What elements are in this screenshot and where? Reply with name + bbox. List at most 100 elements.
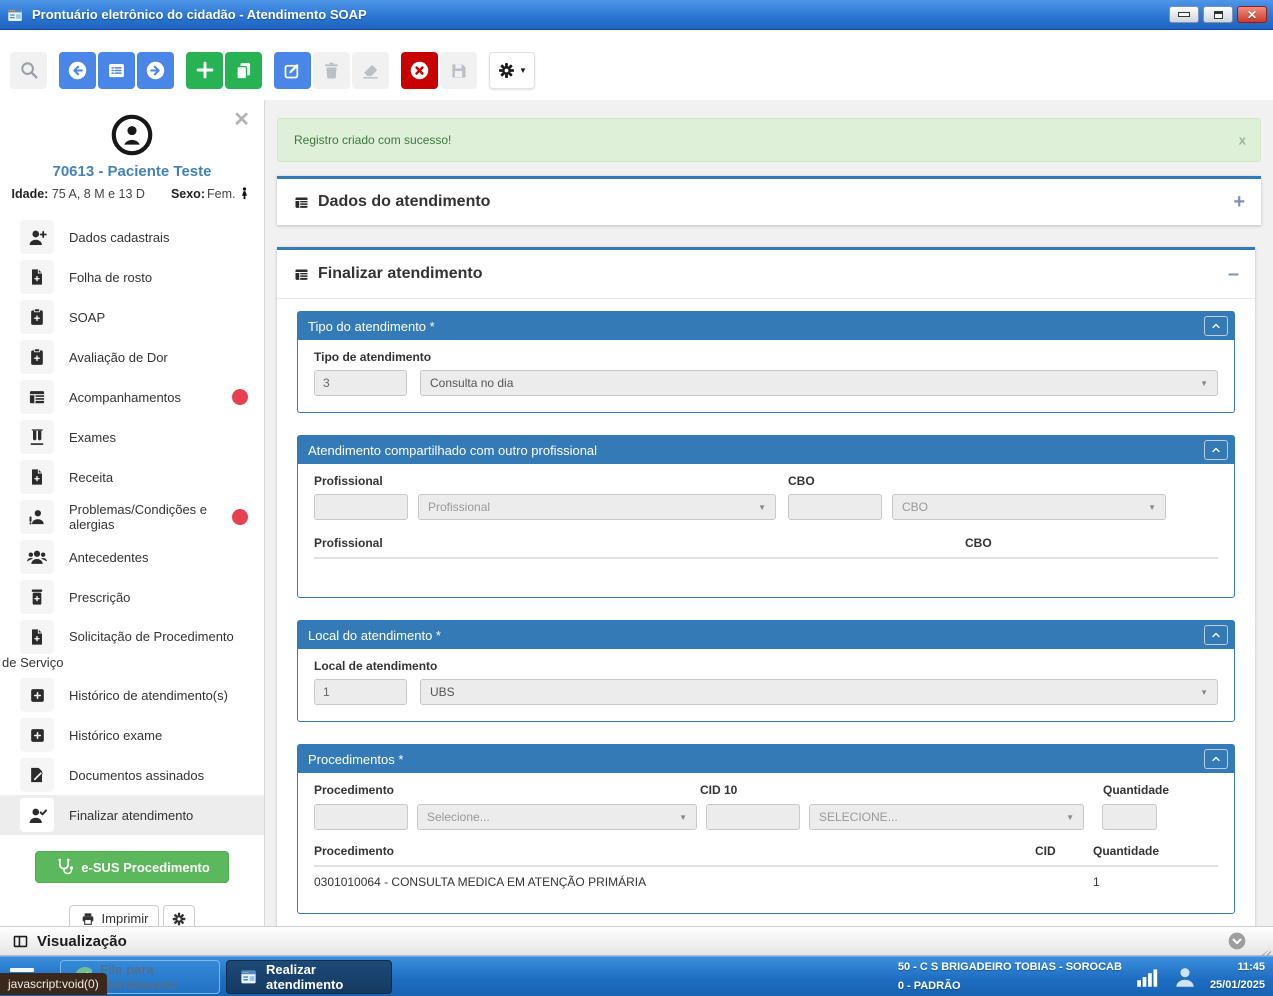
- gear-icon: [171, 911, 187, 927]
- sidebar-item-acompanhamentos[interactable]: Acompanhamentos: [0, 377, 264, 417]
- maximize-button[interactable]: [1203, 6, 1233, 23]
- signal-bars-icon: [1134, 964, 1160, 990]
- quantidade-input[interactable]: [1102, 804, 1157, 830]
- table-header-row: Procedimento CID Quantidade: [314, 844, 1218, 858]
- clipboard-plus-icon: [20, 300, 54, 334]
- female-icon: [237, 186, 252, 201]
- edit-button[interactable]: [274, 52, 311, 89]
- sidebar-item-documentos-assinados[interactable]: Documentos assinados: [0, 755, 264, 795]
- cbo-code-input[interactable]: [788, 494, 882, 520]
- sidebar-item-antecedentes[interactable]: Antecedentes: [0, 537, 264, 577]
- visualizacao-bar[interactable]: Visualização: [0, 926, 1273, 956]
- people-icon: [20, 540, 54, 574]
- dropdown-arrow-icon: ▼: [1200, 379, 1208, 388]
- link-status-tooltip: javascript:void(0): [0, 973, 107, 995]
- cancel-button[interactable]: [401, 52, 438, 89]
- chevron-down-circle-icon[interactable]: [1227, 931, 1247, 951]
- add-button[interactable]: [186, 52, 223, 89]
- profissional-select[interactable]: Profissional ▼: [418, 494, 776, 520]
- cbo-select[interactable]: CBO ▼: [892, 494, 1166, 520]
- search-button[interactable]: [10, 52, 47, 89]
- table-icon: [293, 266, 310, 283]
- sidebar-close-icon[interactable]: ✕: [233, 110, 250, 130]
- taskbar: Fila para atendimento Realizar atendimen…: [0, 956, 1273, 996]
- sidebar-item-solicitacao-procedimento[interactable]: Solicitação de Procedimento de Serviço: [0, 617, 264, 675]
- clear-button[interactable]: [352, 52, 389, 89]
- file-plus-icon: [20, 460, 54, 494]
- sidebar-item-soap[interactable]: SOAP: [0, 297, 264, 337]
- table-header-row: Profissional CBO: [314, 536, 1218, 550]
- save-button[interactable]: [440, 52, 477, 89]
- taskbar-status-area: 50 - C S BRIGADEIRO TOBIAS - SOROCAB 0 -…: [898, 957, 1265, 996]
- chevron-up-icon: [1210, 320, 1222, 332]
- print-button[interactable]: Imprimir: [69, 905, 160, 926]
- user-icon[interactable]: [1172, 964, 1198, 990]
- collapse-section-button[interactable]: [1204, 625, 1228, 645]
- sidebar-item-dados-cadastrais[interactable]: Dados cadastrais: [0, 217, 264, 257]
- main-content: Registro criado com sucesso! x Dados do …: [265, 100, 1273, 926]
- cid10-select[interactable]: SELECIONE... ▼: [809, 804, 1084, 830]
- task-realizar-atendimento[interactable]: Realizar atendimento: [226, 960, 392, 994]
- chevron-up-icon: [1210, 629, 1222, 641]
- sidebar-item-exames[interactable]: Exames: [0, 417, 264, 457]
- procedimento-cell: 0301010064 - CONSULTA MEDICA EM ATENÇÃO …: [314, 875, 1035, 889]
- alert-close-icon[interactable]: x: [1239, 133, 1246, 148]
- section-header: Procedimentos *: [298, 745, 1234, 773]
- previous-record-button[interactable]: [59, 52, 96, 89]
- sex-value: Fem.: [207, 187, 235, 201]
- close-window-button[interactable]: ✕: [1237, 6, 1267, 23]
- cid-cell: [1035, 875, 1093, 889]
- sidebar-item-prescricao[interactable]: Prescrição: [0, 577, 264, 617]
- sidebar-item-finalizar-atendimento[interactable]: Finalizar atendimento: [0, 795, 264, 835]
- time: 11:45: [1210, 959, 1265, 977]
- profissional-code-input[interactable]: [314, 494, 408, 520]
- sidebar-item-historico-atendimentos[interactable]: Histórico de atendimento(s): [0, 675, 264, 715]
- avatar-icon: [111, 114, 153, 156]
- print-settings-button[interactable]: [163, 905, 195, 926]
- sidebar-item-receita[interactable]: Receita: [0, 457, 264, 497]
- copy-button[interactable]: [225, 52, 262, 89]
- panel-title: Dados do atendimento: [318, 193, 490, 211]
- local-select[interactable]: UBS ▼: [420, 679, 1218, 705]
- square-plus-icon: [20, 678, 54, 712]
- dropdown-arrow-icon: ▼: [679, 813, 687, 822]
- collapse-section-button[interactable]: [1204, 440, 1228, 460]
- panel-header[interactable]: Finalizar atendimento –: [277, 250, 1255, 299]
- expand-icon[interactable]: +: [1233, 192, 1245, 212]
- file-plus-icon: [20, 620, 54, 654]
- file-plus-icon: [20, 260, 54, 294]
- settings-menu-button[interactable]: ▼: [489, 52, 535, 89]
- collapse-icon[interactable]: –: [1228, 264, 1239, 284]
- sidebar-item-folha-de-rosto[interactable]: Folha de rosto: [0, 257, 264, 297]
- sidebar-item-problemas-condicoes-alergias[interactable]: Problemas/Condições e alergias: [0, 497, 264, 537]
- procedimento-select[interactable]: Selecione... ▼: [417, 804, 697, 830]
- sidebar-item-avaliacao-de-dor[interactable]: Avaliação de Dor: [0, 337, 264, 377]
- section-header: Tipo do atendimento *: [298, 312, 1234, 340]
- next-record-button[interactable]: [137, 52, 174, 89]
- notification-badge: [232, 509, 248, 525]
- sex-label: Sexo:: [171, 187, 205, 201]
- arrow-right-circle-icon: [145, 60, 166, 81]
- tipo-code-input[interactable]: [314, 370, 407, 396]
- section-procedimentos: Procedimentos * Procedimento CID 10 Quan…: [297, 744, 1235, 914]
- minimize-button[interactable]: [1169, 6, 1199, 23]
- collapse-section-button[interactable]: [1204, 749, 1228, 769]
- esus-procedimento-button[interactable]: e-SUS Procedimento: [35, 851, 229, 883]
- delete-button[interactable]: [313, 52, 350, 89]
- local-code-input[interactable]: [314, 679, 407, 705]
- chevron-up-icon: [1210, 444, 1222, 456]
- field-label: Local de atendimento: [314, 659, 1218, 673]
- success-alert: Registro criado com sucesso! x: [277, 118, 1261, 162]
- date: 25/01/2025: [1210, 977, 1265, 995]
- panel-dados-do-atendimento[interactable]: Dados do atendimento +: [277, 176, 1261, 225]
- tipo-select[interactable]: Consulta no dia ▼: [420, 370, 1218, 396]
- sidebar-item-historico-exame[interactable]: Histórico exame: [0, 715, 264, 755]
- table-row[interactable]: 0301010064 - CONSULTA MEDICA EM ATENÇÃO …: [314, 867, 1218, 897]
- record-list-button[interactable]: [98, 52, 135, 89]
- dropdown-arrow-icon: ▼: [1200, 688, 1208, 697]
- x-circle-icon: [409, 60, 430, 81]
- chevron-up-icon: [1210, 753, 1222, 765]
- collapse-section-button[interactable]: [1204, 316, 1228, 336]
- procedimento-code-input[interactable]: [314, 804, 408, 830]
- cid10-code-input[interactable]: [706, 804, 800, 830]
